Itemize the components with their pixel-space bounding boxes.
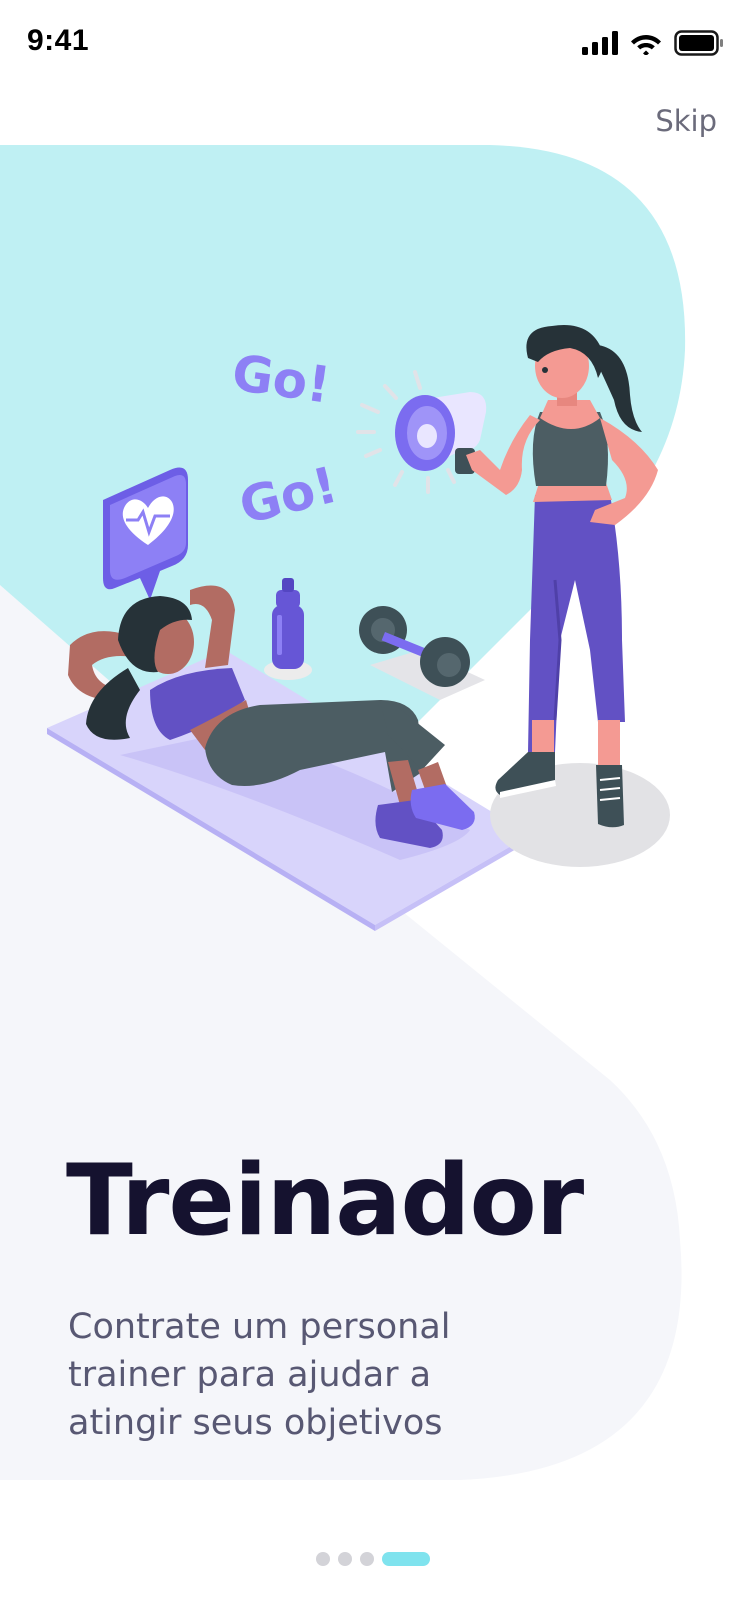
page-title: Treinador <box>66 1144 584 1258</box>
trainer-illustration: Go! Go! <box>47 325 670 931</box>
page-dot-1[interactable] <box>316 1552 330 1566</box>
page-dot-4-active[interactable] <box>382 1552 430 1566</box>
page-dot-2[interactable] <box>338 1552 352 1566</box>
go-text-2: Go! <box>234 456 343 536</box>
dumbbell-icon <box>359 606 485 700</box>
heart-chat-bubble-icon <box>103 467 188 600</box>
go-text-1: Go! <box>229 344 334 415</box>
page-description: Contrate um personal trainer para ajudar… <box>68 1307 451 1443</box>
water-bottle-icon <box>264 578 312 680</box>
trainer-right-shoe <box>596 765 624 828</box>
page-indicator <box>316 1552 430 1566</box>
page-dot-3[interactable] <box>360 1552 374 1566</box>
trainer-figure <box>466 325 658 828</box>
